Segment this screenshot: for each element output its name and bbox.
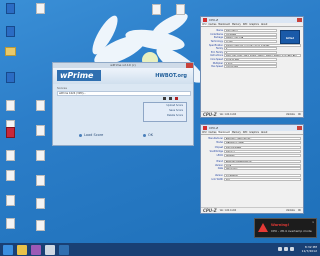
clock[interactable]: 8:32 PM 11/7/2012 [302,245,317,253]
scores-label: Scores [57,86,67,90]
app-icon[interactable] [31,244,41,255]
score-actions-panel: Upload Score Save Score Delete Score [143,102,187,122]
desktop-icon-1[interactable] [2,3,18,21]
cpuz-titlebar: CPU-Z [201,125,303,131]
desktop-icon-9[interactable] [2,127,18,145]
close-icon[interactable] [297,126,302,130]
tab-memory[interactable]: Memory [231,131,242,134]
desktop-icon-2[interactable] [2,26,18,44]
cpuz-brand: CPU-Z [203,112,217,117]
cpuz-title: CPU-Z [209,18,219,22]
upload-icon[interactable] [163,97,166,100]
desktop-icon-19[interactable] [148,4,164,22]
validate-button[interactable]: Validate [286,209,295,212]
ok-label: OK [148,133,154,137]
desktop-icon-13[interactable] [32,100,48,118]
cpuz-brand: CPU-Z [203,208,217,213]
cpuz-version: Ver. 1.62.0.x64 [219,113,237,116]
network-icon[interactable] [278,247,282,251]
cpuz-version: Ver. 1.62.0.x64 [219,209,237,212]
field-row: Model MAXIMUS V GENE [202,140,301,145]
taskbar: 8:32 PM 11/7/2012 [0,243,320,256]
save-icon[interactable] [169,97,172,100]
close-icon[interactable] [297,18,302,22]
cpuz-cpu-window[interactable]: CPU-Z CPU Caches Mainboard Memory SPD Gr… [200,16,304,118]
tab-caches[interactable]: Caches [207,131,217,134]
tab-caches[interactable]: Caches [207,23,217,26]
field-row: Date 08/01/2012 [202,167,301,171]
intel-logo: intel [280,30,300,44]
wprime-window[interactable]: wPrime v2.10 (c) wPrime HWBOT.org Scores… [52,62,194,146]
ie-icon[interactable] [3,244,13,255]
load-score-label: Load Score [84,133,104,137]
tab-memory[interactable]: Memory [231,23,242,26]
delete-score-button[interactable]: Delete Score [144,113,186,118]
load-icon [79,133,82,137]
cpuz-taskbar-icon[interactable] [45,244,55,255]
close-icon[interactable]: x [312,220,314,224]
desktop-icon-4[interactable] [2,72,18,90]
desktop-icon-11[interactable] [2,218,18,236]
delete-icon[interactable] [175,97,178,100]
ok-button[interactable]: OK [143,133,153,137]
tab-about[interactable]: About [260,23,268,26]
score-row[interactable]: wPrime 1024 (32M)... [57,91,191,96]
warning-title: Warning! [271,223,290,227]
cpuz-titlebar: CPU-Z [201,17,303,23]
hwbot-logo: HWBOT.org [155,73,187,79]
desktop-icon-20[interactable] [172,4,188,22]
cpuz-app-icon [203,18,207,22]
load-score-button[interactable]: Load Score [79,133,103,137]
wprime-logo: wPrime [57,70,101,81]
field-row: Bus Speed 105.00 MHz [202,65,277,69]
field-row: Link Width x16 [202,177,301,181]
warning-icon [258,223,268,232]
desktop-icon-18[interactable] [32,220,48,238]
tab-mainboard[interactable]: Mainboard [217,23,231,26]
desktop-icon-16[interactable] [32,175,48,193]
cpuz-title: CPU-Z [209,126,219,130]
cpuz-mainboard-window[interactable]: CPU-Z CPU Caches Mainboard Memory SPD Gr… [200,124,304,214]
clock-date: 11/7/2012 [301,249,317,253]
tab-graphics[interactable]: Graphics [248,23,260,26]
desktop-icon-15[interactable] [32,150,48,168]
tab-mainboard[interactable]: Mainboard [217,131,231,134]
system-tray [278,247,294,251]
validate-button[interactable]: Validate [286,113,295,116]
desktop-icon-12[interactable] [32,3,48,21]
ok-icon [143,133,146,137]
volume-icon[interactable] [284,247,288,251]
field-row: LPCIO Nuvoton [202,153,301,157]
cpuz-footer: CPU-Z Ver. 1.62.0.x64 Validate OK [201,111,303,117]
desktop-icon-3[interactable] [2,47,18,65]
ok-button[interactable]: OK [298,209,301,212]
cpuz-app-icon [203,126,207,130]
wprime-taskbar-icon[interactable] [59,244,69,255]
cpuz-footer: CPU-Z Ver. 1.62.0.x64 Validate OK [201,207,303,213]
ok-button[interactable]: OK [298,113,301,116]
desktop-icon-10[interactable] [2,195,18,213]
flag-icon[interactable] [290,247,294,251]
desktop: { "desktop": { "icons": [ {"name": "desk… [0,0,320,256]
tab-about[interactable]: About [260,131,268,134]
desktop-icon-14[interactable] [32,125,48,143]
tab-graphics[interactable]: Graphics [248,131,260,134]
desktop-icon-5[interactable] [2,100,18,118]
desktop-icon-17[interactable] [32,198,48,216]
wprime-header: wPrime HWBOT.org [53,68,193,84]
desktop-icon-7[interactable] [2,150,18,168]
warning-message: CPU - 28.4 overtemp mode [271,229,312,233]
file-explorer-icon[interactable] [17,244,27,255]
warning-notification[interactable]: Warning! CPU - 28.4 overtemp mode x [254,218,317,238]
desktop-icon-8[interactable] [2,170,18,188]
